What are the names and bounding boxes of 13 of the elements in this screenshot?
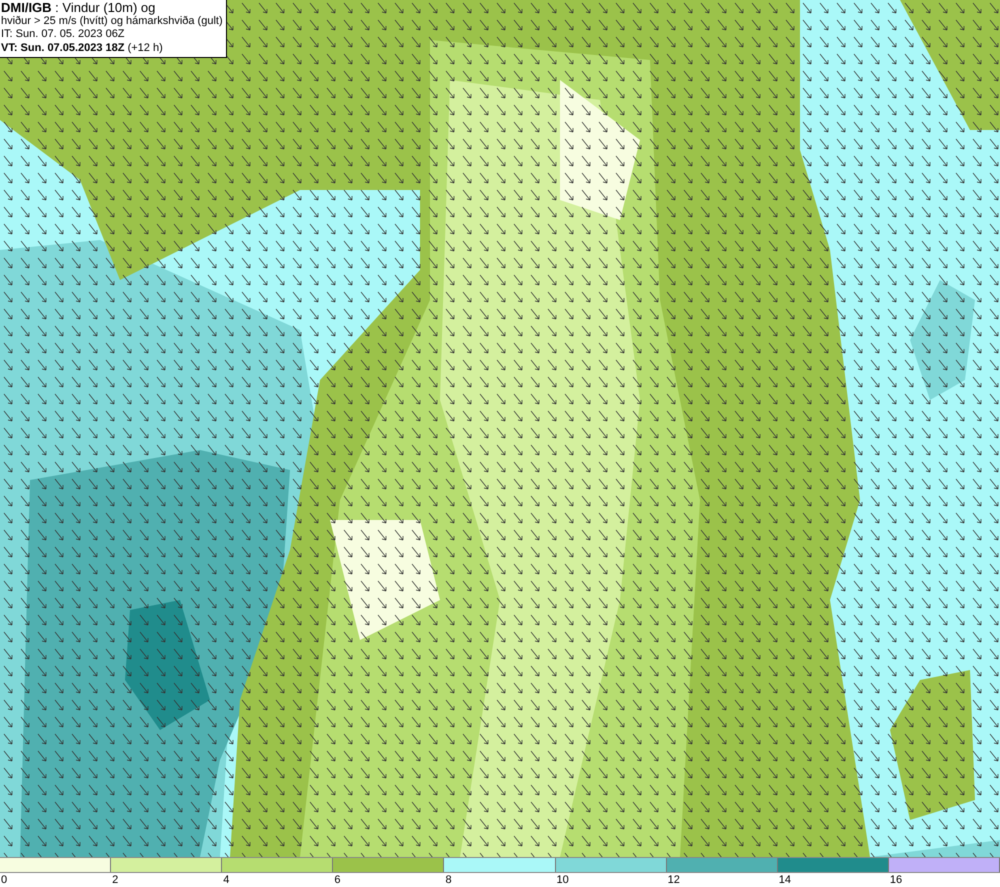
legend-label: 0 [1, 874, 8, 886]
legend-label: 4 [223, 874, 230, 886]
legend-label: 8 [445, 874, 452, 886]
legend-label: 16 [890, 874, 902, 886]
legend-label: 12 [668, 874, 680, 886]
title-line: DMI/IGB : Vindur (10m) og [1, 1, 156, 14]
title-line: VT: Sun. 07.05.2023 18Z (+12 h) [1, 42, 164, 55]
title-line: IT: Sun. 07. 05. 2023 06Z [1, 28, 126, 42]
title-line: hviður > 25 m/s (hvítt) og hámarkshviða (gult) [1, 14, 223, 28]
legend-label: 6 [334, 874, 340, 886]
legend-label: 14 [778, 874, 792, 886]
legend-label: 2 [112, 874, 118, 886]
legend-label: 10 [556, 874, 569, 886]
